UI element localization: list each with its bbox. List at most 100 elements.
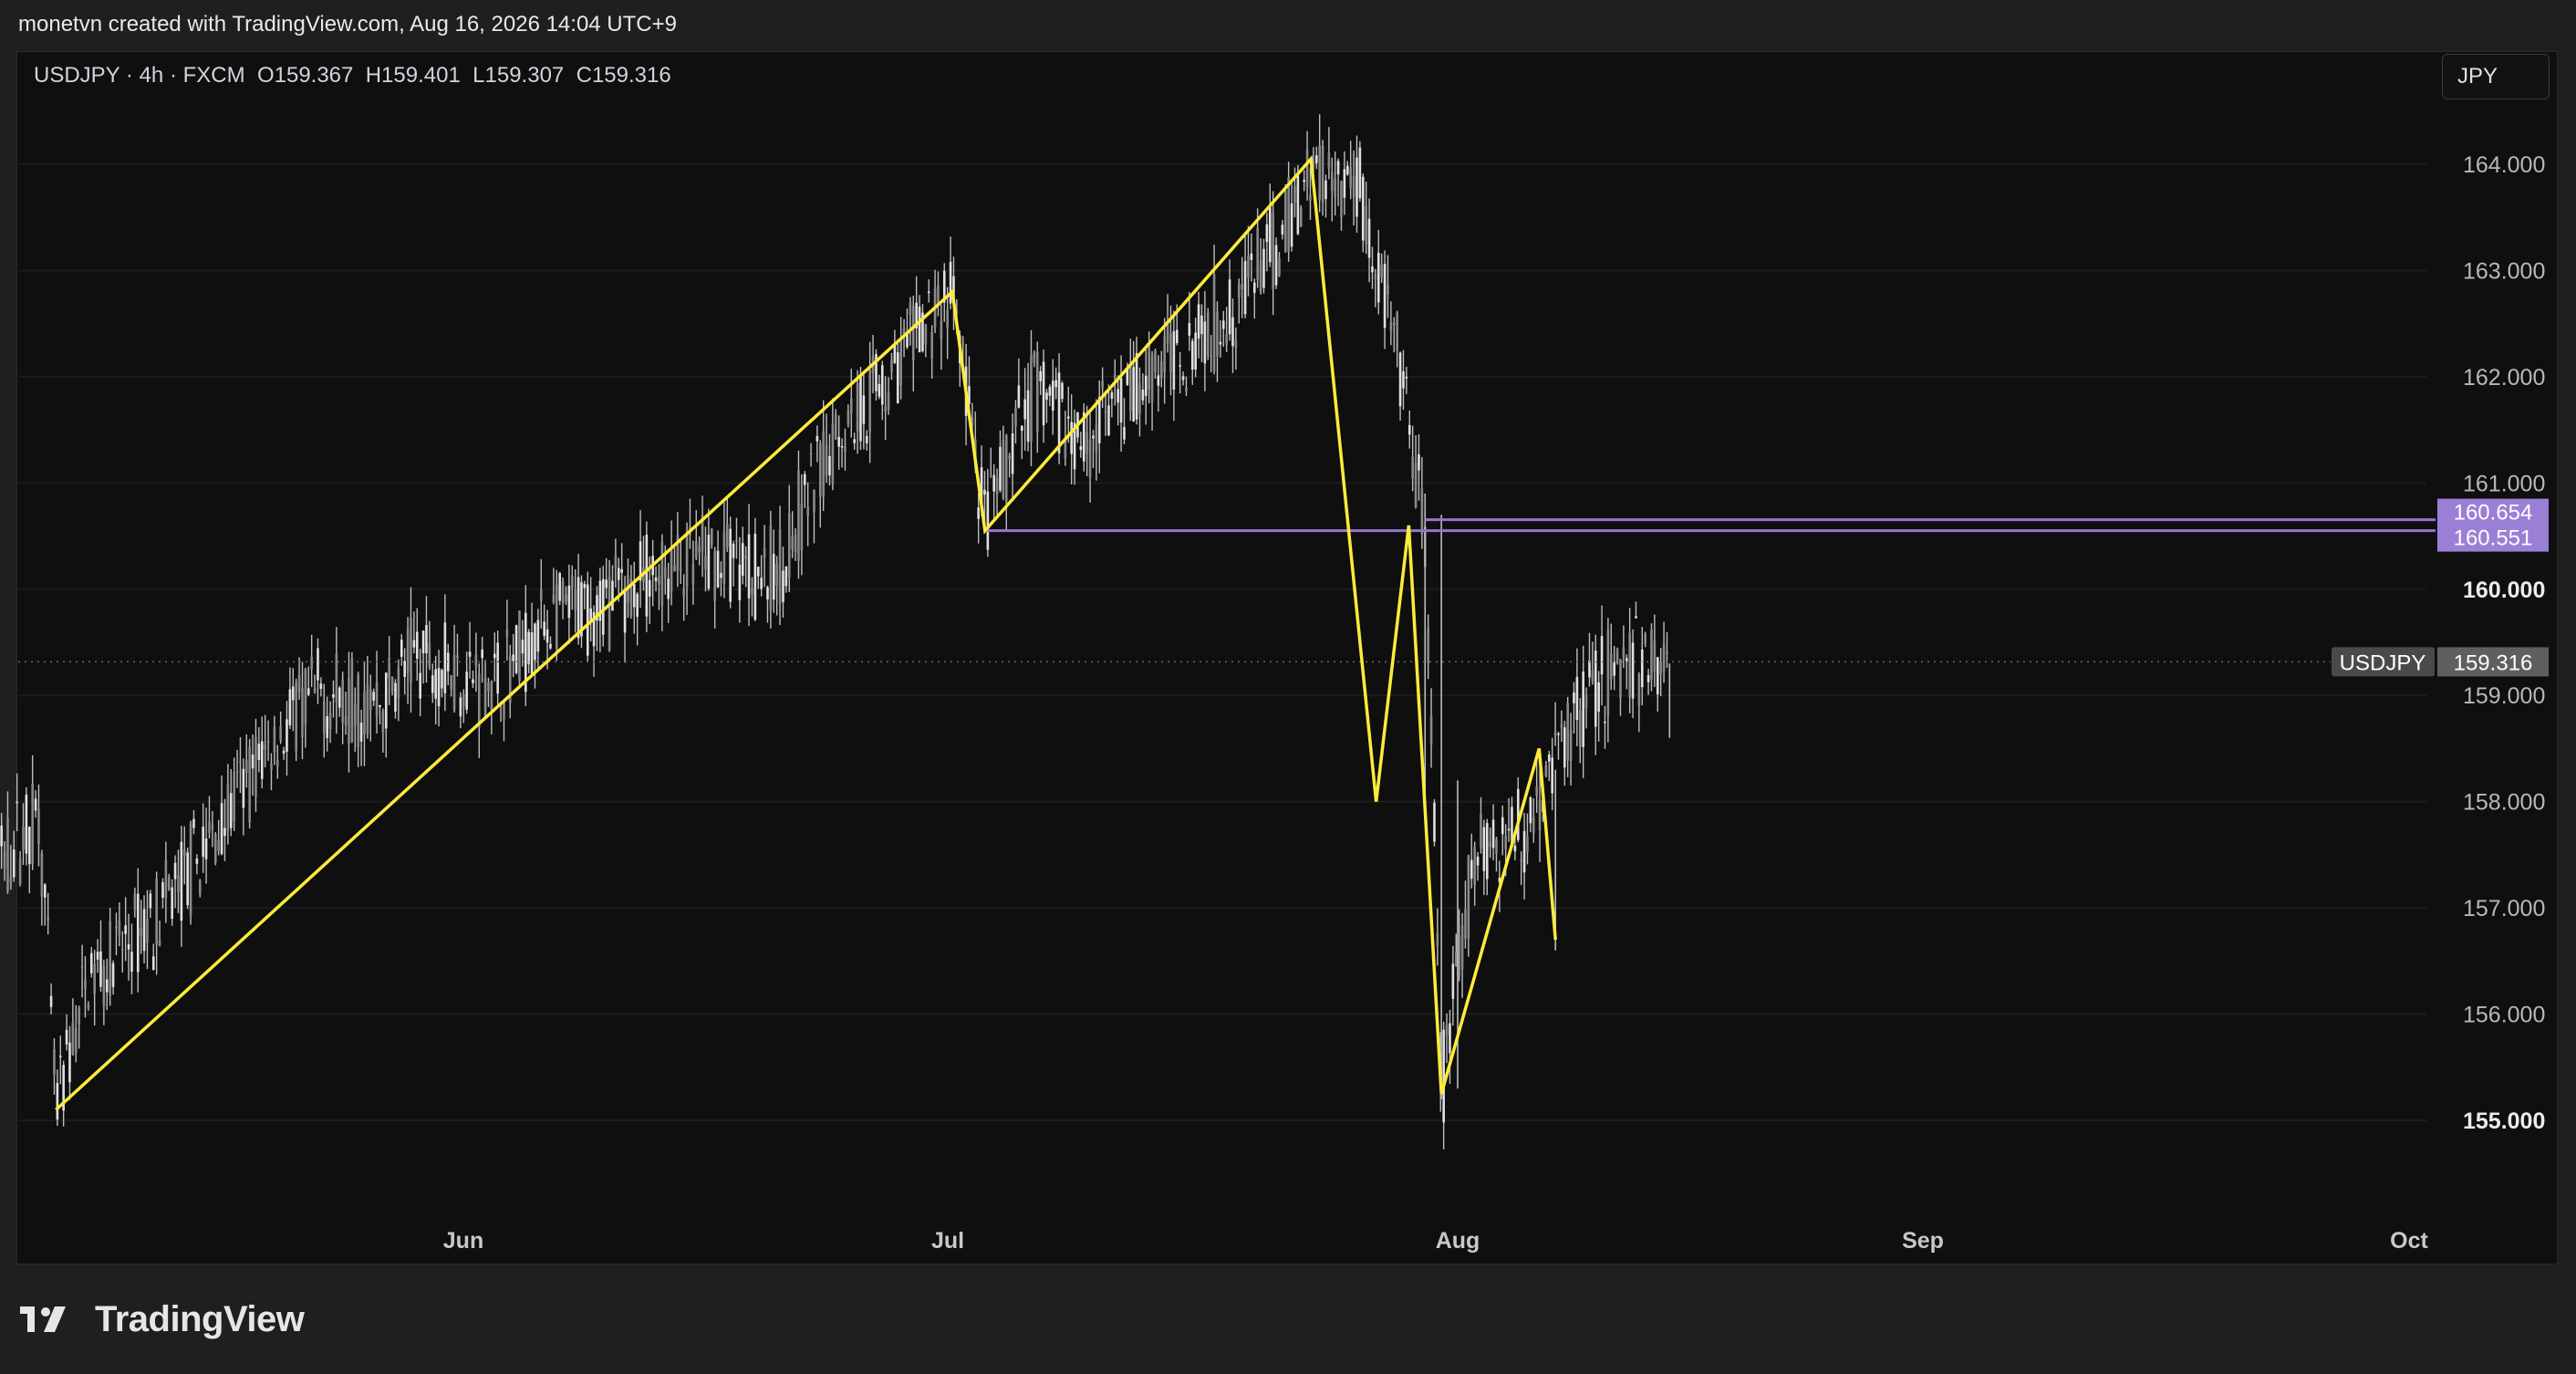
candle-body: [1625, 658, 1628, 661]
candle-body: [403, 661, 406, 678]
candle-body: [601, 578, 605, 635]
candle-body: [720, 573, 722, 578]
candle-body: [1485, 823, 1489, 880]
candle-body: [96, 952, 99, 960]
candle-body: [782, 570, 784, 602]
candle-body: [443, 622, 447, 693]
candle-body: [946, 309, 949, 328]
candle-body: [732, 543, 735, 558]
candle-body: [213, 834, 217, 863]
candle-body: [1504, 835, 1507, 849]
candle-body: [1141, 389, 1145, 401]
candle-body: [1234, 340, 1238, 349]
candle-body: [381, 710, 385, 733]
candle-body: [586, 584, 589, 656]
candle-body: [636, 593, 639, 618]
candle-body: [130, 952, 133, 973]
candle-body: [102, 966, 106, 1006]
candle-body: [1659, 661, 1662, 675]
candle-body: [1296, 175, 1300, 234]
candle-body: [1088, 440, 1092, 478]
candle-body: [1334, 178, 1336, 198]
candle-body: [428, 643, 431, 668]
candle-body: [140, 927, 142, 937]
candle-body: [545, 629, 549, 643]
candle-body: [56, 1083, 59, 1120]
candle-body: [341, 679, 344, 723]
candle-body: [1188, 323, 1191, 336]
candle-body: [229, 793, 233, 828]
candle-body: [1033, 351, 1036, 363]
candle-body: [481, 649, 483, 659]
candle-body: [1066, 416, 1070, 419]
candle-body: [1578, 710, 1582, 748]
candle-body: [1666, 651, 1668, 654]
candle-body: [254, 736, 257, 797]
candle-body: [849, 398, 853, 414]
candle-body: [84, 979, 87, 989]
candle-body: [769, 525, 773, 610]
candle-body: [753, 534, 757, 620]
candle-body: [1048, 386, 1052, 396]
candle-body: [735, 539, 738, 542]
candle-body: [177, 874, 180, 892]
candle-body: [856, 383, 859, 432]
candle-body: [1268, 207, 1272, 263]
time-axis-label: Jun: [443, 1228, 483, 1254]
candle-body: [583, 584, 587, 588]
candle-body: [1057, 372, 1061, 453]
candle-body: [1123, 426, 1126, 440]
candle-body: [995, 477, 999, 494]
candle-body: [434, 669, 437, 699]
candle-body: [425, 625, 428, 654]
candle-body: [111, 963, 115, 987]
candle-body: [462, 693, 465, 707]
candle-body: [1097, 396, 1101, 443]
candle-body: [1402, 371, 1405, 389]
candle-body: [291, 686, 295, 701]
candle-body: [65, 1029, 68, 1045]
candle-body: [949, 262, 952, 304]
candle-body: [940, 320, 943, 339]
candle-body: [1336, 161, 1340, 175]
candle-body: [421, 630, 425, 654]
candle-body: [306, 688, 310, 695]
candle-body: [1349, 167, 1352, 188]
candle-body: [375, 682, 379, 717]
candle-body: [133, 894, 137, 911]
candle-body: [1640, 649, 1644, 688]
candle-body: [357, 675, 359, 748]
candle-body: [552, 594, 556, 602]
candle-body: [1181, 376, 1185, 380]
price-chart[interactable]: 164.000 163.000 162.000 161.000 160.000 159.0…: [0, 0, 2576, 1277]
candle-body: [118, 921, 121, 936]
candle-body: [716, 550, 720, 588]
candle-body: [911, 306, 915, 361]
candle-body: [1526, 836, 1529, 853]
candle-body: [202, 827, 204, 858]
candle-body: [1407, 424, 1411, 435]
candle-body: [487, 682, 490, 692]
candle-body: [1324, 180, 1327, 200]
candle-body: [1262, 248, 1265, 288]
candle-body: [348, 678, 350, 744]
candle-body: [815, 435, 819, 442]
candle-body: [505, 630, 509, 638]
candle-body: [1460, 925, 1464, 970]
candle-body: [226, 784, 230, 831]
candle-body: [539, 589, 543, 601]
time-axis-label: Sep: [1902, 1228, 1944, 1254]
candle-body: [1221, 320, 1225, 329]
tradingview-logo[interactable]: TradingView: [20, 1294, 305, 1345]
candle-body: [859, 376, 862, 442]
candle-body: [1085, 432, 1088, 454]
candle-body: [1070, 422, 1073, 454]
candle-body: [887, 392, 890, 411]
candle-body: [670, 549, 673, 593]
candle-body: [1017, 385, 1021, 408]
candle-body: [679, 568, 682, 570]
candle-body: [9, 876, 13, 883]
candle-body: [43, 884, 47, 898]
candle-body: [1281, 224, 1284, 234]
candle-body: [1039, 370, 1042, 381]
